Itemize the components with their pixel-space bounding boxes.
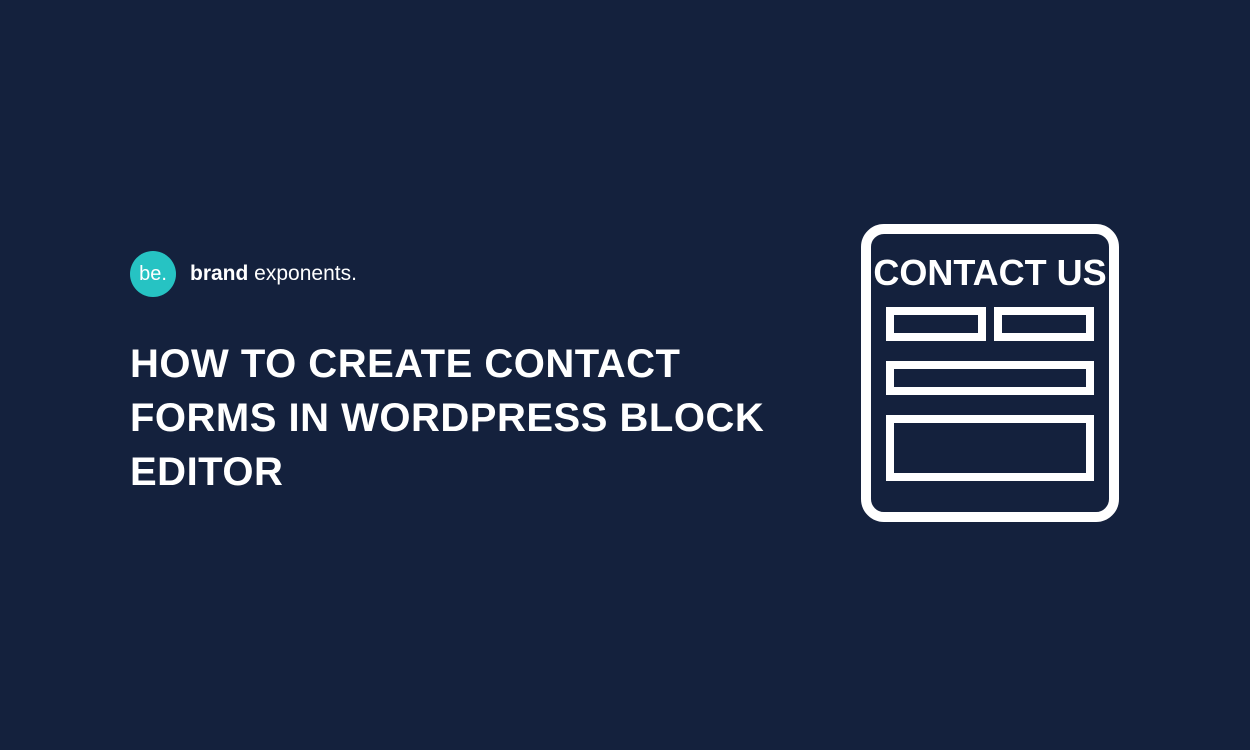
- logo-light: exponents.: [248, 262, 357, 285]
- hero-content: be. brand exponents. HOW TO CREATE CONTA…: [130, 223, 1120, 528]
- contact-form-icon: CONTACT US: [860, 223, 1120, 523]
- brand-logo: be. brand exponents.: [130, 251, 780, 297]
- page-title: HOW TO CREATE CONTACT FORMS IN WORDPRESS…: [130, 337, 780, 499]
- logo-badge-text: be.: [139, 263, 167, 286]
- logo-bold: brand: [190, 262, 248, 285]
- logo-badge-icon: be.: [130, 251, 176, 297]
- illustration-title: CONTACT US: [873, 252, 1106, 293]
- illustration-column: CONTACT US: [860, 223, 1120, 528]
- logo-wordmark: brand exponents.: [190, 262, 357, 286]
- text-column: be. brand exponents. HOW TO CREATE CONTA…: [130, 251, 780, 499]
